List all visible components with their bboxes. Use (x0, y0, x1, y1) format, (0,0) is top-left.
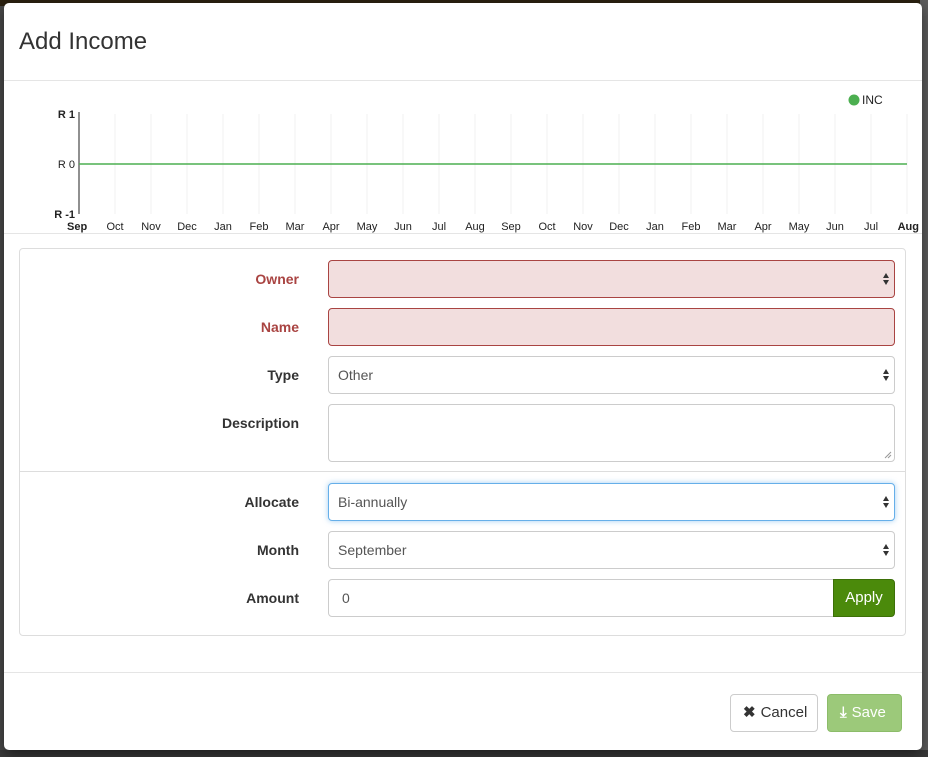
select-arrows-icon (882, 543, 890, 557)
amount-input[interactable]: 0 (328, 579, 834, 617)
legend-marker (848, 94, 860, 106)
x-tick-label: Oct (538, 221, 555, 233)
x-tick-label: Feb (250, 221, 269, 233)
month-label: Month (257, 542, 299, 558)
amount-value: 0 (342, 590, 350, 606)
allocate-row: Allocate Bi-annually (20, 483, 905, 521)
x-tick-label: Aug (898, 221, 919, 233)
chart-svg: R 1R 0R -1Sep Oct Nov Dec Jan Feb Mar Apr May Jun… (54, 93, 919, 233)
type-label: Type (267, 367, 299, 383)
owner-label: Owner (255, 271, 299, 287)
description-textarea[interactable] (328, 404, 895, 462)
form-divider (20, 471, 905, 472)
month-value: September (338, 542, 407, 558)
type-row: Type Other (20, 356, 905, 394)
x-tick-label: Sep (501, 221, 521, 233)
x-tick-label: Nov (141, 221, 161, 233)
x-tick-label: Jul (864, 221, 878, 233)
x-tick-label: Nov (573, 221, 593, 233)
x-tick-label: Aug (465, 221, 485, 233)
x-tick-label: Mar (718, 221, 737, 233)
x-tick-label: Apr (322, 221, 339, 233)
x-tick-label: Jul (432, 221, 446, 233)
type-value: Other (338, 367, 374, 383)
add-income-modal: Add Income R 1R 0R -1 Sep Oct Nov Dec Jan Feb M… (4, 3, 922, 750)
modal-footer: ✖ Cancel ⤓ Save (4, 672, 922, 750)
x-tick-label: Sep (67, 221, 87, 233)
y-tick-label: R 0 (58, 159, 75, 171)
amount-label: Amount (246, 590, 299, 606)
month-select[interactable]: September (328, 531, 895, 569)
x-tick-label: Jan (214, 221, 232, 233)
modal-header: Add Income (4, 3, 922, 81)
chart-divider (4, 233, 922, 234)
x-tick-label: May (357, 221, 378, 233)
close-icon: ✖ (743, 704, 756, 721)
x-tick-label: Dec (177, 221, 197, 233)
owner-row: Owner (20, 260, 905, 298)
select-arrows-icon (882, 495, 890, 509)
x-tick-label: Apr (754, 221, 771, 233)
x-tick-label: Jun (826, 221, 844, 233)
amount-row: Amount 0 Apply (20, 579, 905, 617)
x-tick-label: Jan (646, 221, 664, 233)
x-tick-label: Oct (106, 221, 123, 233)
x-tick-label: May (789, 221, 810, 233)
allocate-label: Allocate (244, 494, 299, 510)
month-row: Month September (20, 531, 905, 569)
income-form-panel: Owner Name Type Other Description Alloca… (19, 248, 906, 636)
apply-button[interactable]: Apply (833, 579, 895, 617)
owner-select[interactable] (328, 260, 895, 298)
description-label: Description (221, 415, 299, 431)
download-icon: ⤓ (840, 704, 847, 721)
legend-label: INC (862, 93, 883, 107)
background-bottom-edge (0, 750, 928, 757)
x-tick-label: Jun (394, 221, 412, 233)
allocate-value: Bi-annually (338, 494, 408, 510)
save-label: Save (851, 704, 886, 721)
modal-title: Add Income (19, 28, 148, 55)
type-select[interactable]: Other (328, 356, 895, 394)
allocate-select[interactable]: Bi-annually (328, 483, 895, 521)
cancel-button[interactable]: ✖ Cancel (730, 694, 818, 732)
cancel-label: Cancel (760, 704, 808, 721)
y-tick-label: R 1 (58, 109, 75, 121)
income-chart: R 1R 0R -1 Sep Oct Nov Dec Jan Feb Mar Apr May Jun… (4, 82, 922, 234)
name-input[interactable] (328, 308, 895, 346)
x-tick-label: Dec (609, 221, 629, 233)
description-row: Description (20, 404, 905, 462)
select-arrows-icon (882, 368, 890, 382)
resize-grip-icon[interactable] (884, 451, 892, 459)
save-button[interactable]: ⤓ Save (827, 694, 902, 732)
x-tick-label: Mar (286, 221, 305, 233)
select-arrows-icon (882, 272, 890, 286)
x-tick-label: Feb (682, 221, 701, 233)
y-tick-label: R -1 (54, 209, 75, 221)
name-row: Name (20, 308, 905, 346)
name-label: Name (260, 319, 299, 335)
